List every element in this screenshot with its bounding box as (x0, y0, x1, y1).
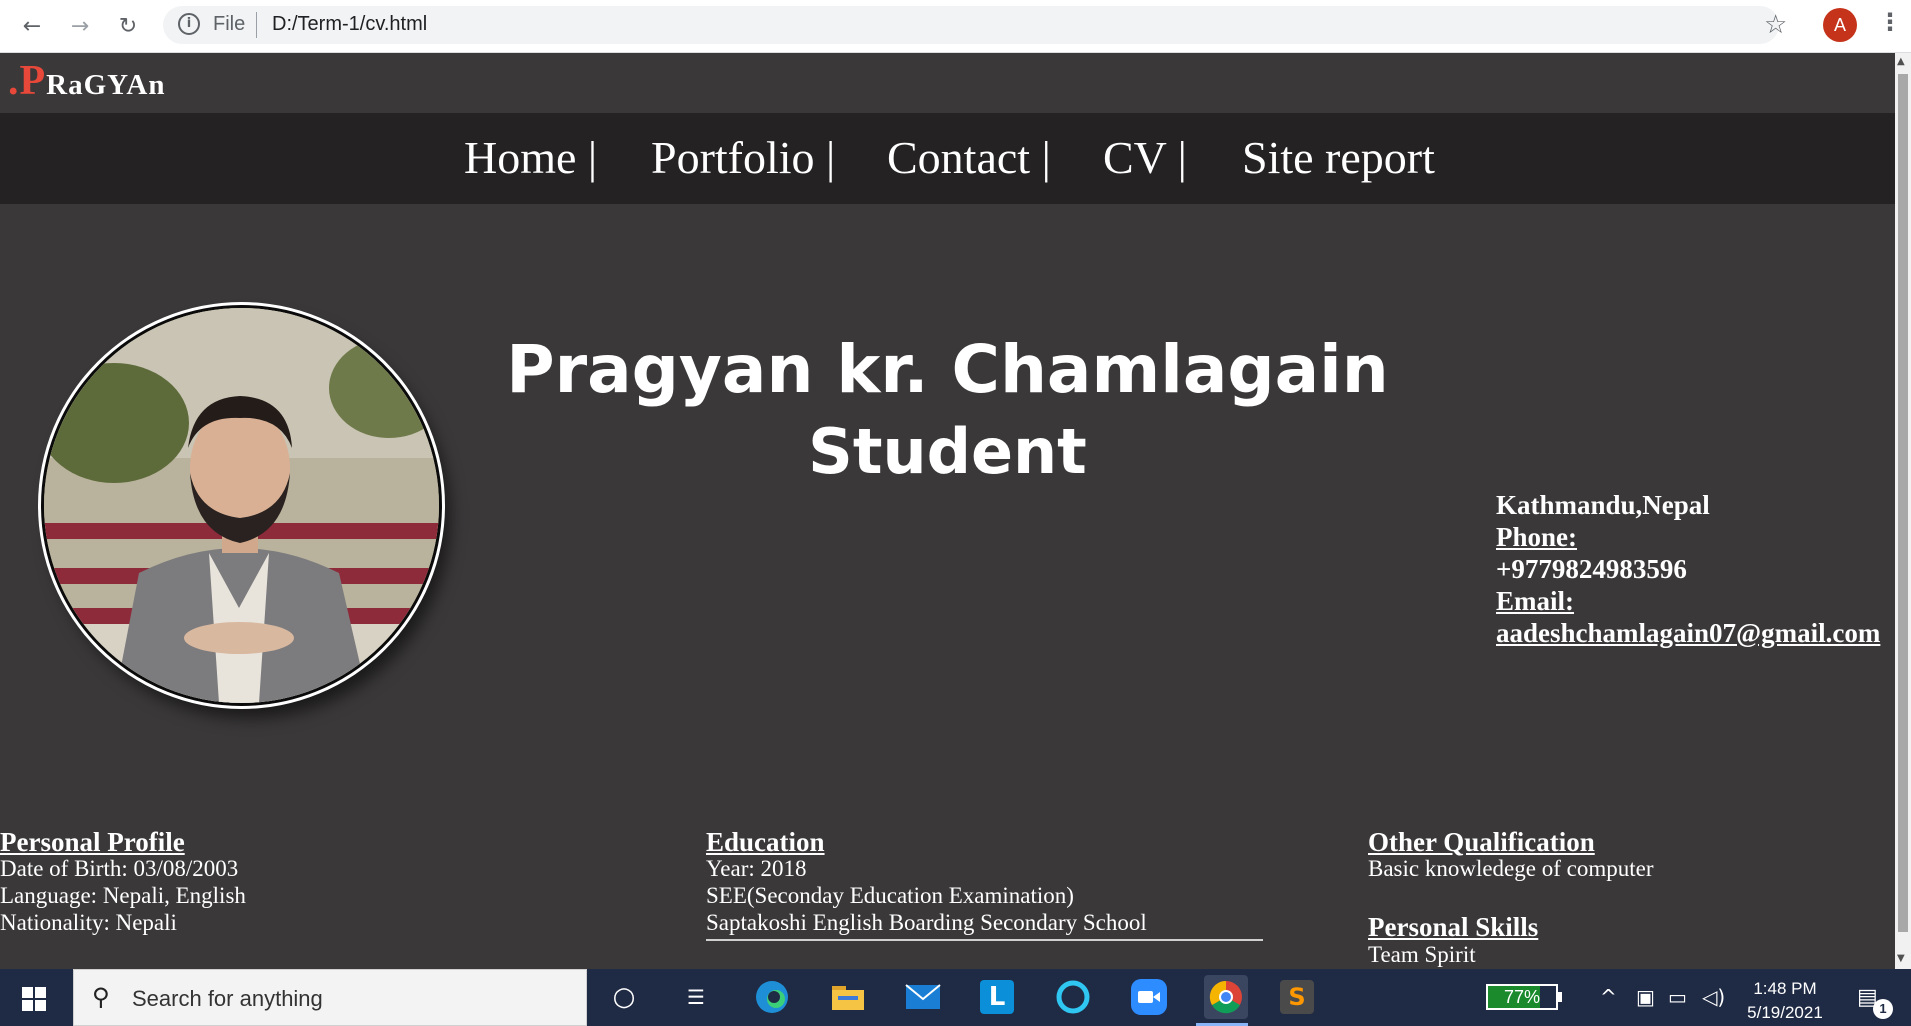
profile-avatar[interactable]: A (1823, 8, 1857, 42)
education-heading: Education (706, 827, 825, 857)
bookmark-star-icon[interactable]: ☆ (1764, 10, 1787, 40)
nav-portfolio-link[interactable]: Portfolio | (651, 131, 835, 184)
email-label: Email: (1496, 586, 1574, 616)
menu-kebab-icon[interactable]: ⋮ (1878, 8, 1902, 36)
contact-block: Kathmandu,Nepal Phone: +9779824983596 Em… (1496, 489, 1880, 649)
zoom-icon[interactable] (1131, 979, 1167, 1015)
nationality-line: Nationality: Nepali (0, 910, 177, 935)
alexa-icon[interactable] (1055, 979, 1091, 1015)
reload-icon[interactable]: ↻ (112, 10, 144, 42)
volume-icon[interactable]: ◁) (1702, 985, 1725, 1009)
language-line: Language: Nepali, English (0, 883, 246, 908)
personal-profile-heading: Personal Profile (0, 827, 185, 857)
skill-line: Team Spirit (1368, 942, 1476, 967)
phone-number: +9779824983596 (1496, 554, 1687, 584)
logo-bar: .PRaGYAn (0, 53, 1895, 113)
folder-icon (832, 986, 864, 1010)
education-divider (706, 939, 1263, 941)
cortana-icon[interactable]: ○ (606, 979, 642, 1015)
url-text[interactable]: D:/Term-1/cv.html (272, 13, 427, 36)
l-app-icon[interactable]: L (980, 980, 1014, 1014)
page-viewport: .PRaGYAn Home | Portfolio | Contact | CV… (0, 53, 1895, 969)
clock[interactable]: 1:48 PM 5/19/2021 (1740, 977, 1830, 1025)
forward-arrow-icon[interactable]: → (64, 10, 96, 42)
site-info-icon[interactable]: i (178, 13, 200, 35)
phone-label: Phone: (1496, 522, 1577, 552)
search-icon: ⚲ (92, 983, 110, 1011)
contact-address: Kathmandu,Nepal (1496, 490, 1710, 520)
site-logo[interactable]: .PRaGYAn (8, 57, 166, 105)
battery-tip (1558, 992, 1562, 1002)
video-camera-icon (1138, 991, 1160, 1003)
main-nav: Home | Portfolio | Contact | CV | Site r… (0, 113, 1895, 204)
sublime-text-icon[interactable]: S (1280, 980, 1314, 1014)
windows-start-icon[interactable] (22, 987, 46, 1011)
scrollbar-thumb[interactable] (1898, 74, 1908, 932)
battery-icon[interactable]: ▭ (1668, 985, 1687, 1009)
profile-photo (41, 305, 442, 706)
taskbar-search-placeholder: Search for anything (132, 986, 323, 1011)
profile-name: Pragyan kr. Chamlagain (506, 331, 1389, 408)
nav-cv-link[interactable]: CV | (1103, 131, 1187, 184)
device-icon[interactable]: ▣ (1636, 985, 1655, 1009)
taskbar-search-box[interactable]: ⚲ Search for anything (73, 969, 587, 1026)
notification-count-badge: 1 (1873, 999, 1893, 1019)
url-divider (256, 12, 257, 38)
logo-initial: P (19, 58, 47, 104)
url-scheme-label: File (213, 13, 246, 35)
logo-dot: . (8, 58, 20, 104)
task-view-icon[interactable]: ☰ (678, 979, 714, 1015)
envelope-icon (905, 984, 941, 1009)
education-school: Saptakoshi English Boarding Secondary Sc… (706, 910, 1147, 935)
chrome-icon[interactable] (1204, 975, 1248, 1019)
profile-role: Student (808, 415, 1087, 488)
nav-contact-link[interactable]: Contact | (887, 131, 1051, 184)
battery-percent: 77% (1503, 987, 1541, 1007)
battery-meter[interactable]: 77% (1486, 984, 1562, 1010)
chrome-logo (1209, 980, 1242, 1014)
ring-icon (1056, 980, 1090, 1014)
file-explorer-icon[interactable] (830, 979, 866, 1015)
edge-icon[interactable] (754, 979, 790, 1015)
logo-rest: RaGYAn (46, 69, 166, 101)
nav-home-link[interactable]: Home | (464, 131, 597, 184)
other-qualification-heading: Other Qualification (1368, 827, 1595, 857)
clock-date: 5/19/2021 (1747, 1003, 1823, 1022)
education-year: Year: 2018 (706, 856, 807, 881)
clock-time: 1:48 PM (1753, 979, 1817, 998)
personal-skills-heading: Personal Skills (1368, 912, 1539, 942)
nav-site-report-link[interactable]: Site report (1242, 131, 1435, 184)
mail-icon[interactable] (905, 979, 941, 1015)
scroll-up-arrow-icon[interactable]: ▲ (1897, 56, 1905, 67)
profile-photo-illustration (44, 308, 439, 703)
scroll-down-arrow-icon[interactable]: ▼ (1897, 953, 1905, 964)
chevron-up-icon[interactable]: ^ (1600, 985, 1617, 1009)
browser-toolbar: ← → ↻ i File D:/Term-1/cv.html ☆ A ⋮ (0, 0, 1911, 53)
taskbar: ⚲ Search for anything ○ ☰ L S 77% ^ ▣ ▭ … (0, 969, 1911, 1026)
back-arrow-icon[interactable]: ← (16, 10, 48, 42)
edge-logo (756, 981, 788, 1013)
education-exam: SEE(Seconday Education Examination) (706, 883, 1074, 908)
email-link[interactable]: aadeshchamlagain07@gmail.com (1496, 617, 1880, 649)
dob-line: Date of Birth: 03/08/2003 (0, 856, 239, 881)
other-qualification-line: Basic knowledege of computer (1368, 856, 1654, 881)
